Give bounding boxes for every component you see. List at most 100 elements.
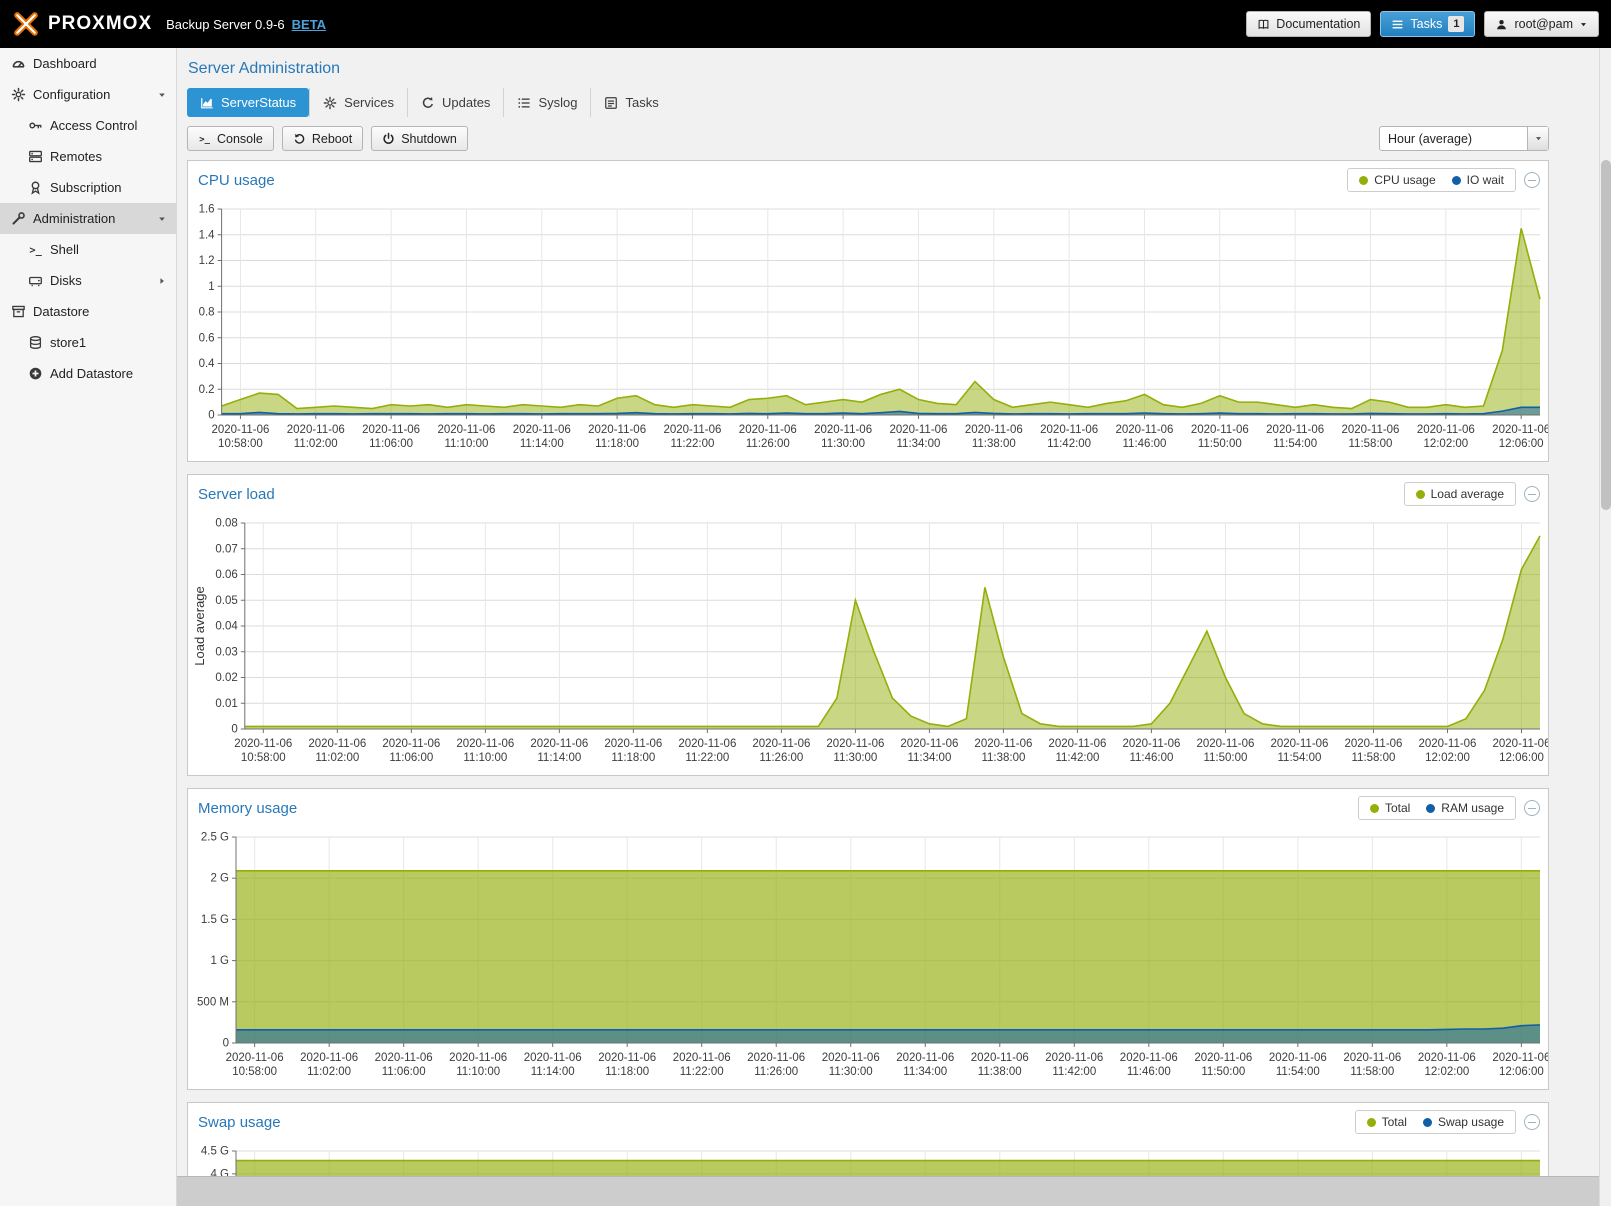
tab-syslog[interactable]: Syslog — [503, 88, 590, 117]
svg-text:11:54:00: 11:54:00 — [1278, 752, 1322, 764]
sidebar-item-datastore[interactable]: Datastore — [0, 296, 176, 327]
collapse-panel-button[interactable] — [1524, 172, 1540, 188]
sidebar: Dashboard Configuration Access Control Remo… — [0, 48, 177, 1206]
tab-tasks[interactable]: Tasks — [590, 88, 671, 117]
svg-text:11:06:00: 11:06:00 — [389, 752, 433, 764]
chart-server-load: 00.010.020.030.040.050.060.070.082020-11… — [188, 511, 1548, 775]
sidebar-item-shell[interactable]: >_Shell — [0, 234, 176, 265]
panel-header: Memory usageTotalRAM usage — [188, 789, 1548, 825]
sidebar-item-label: store1 — [50, 335, 86, 350]
beta-link[interactable]: BETA — [292, 17, 326, 32]
svg-text:0: 0 — [223, 1038, 229, 1050]
refresh-icon — [421, 96, 435, 110]
svg-text:2020-11-06: 2020-11-06 — [1343, 1052, 1401, 1064]
tab-serverstatus[interactable]: ServerStatus — [187, 88, 309, 117]
vertical-scrollbar[interactable] — [1599, 48, 1611, 1206]
chart-icon — [200, 96, 214, 110]
sidebar-item-administration[interactable]: Administration — [0, 203, 176, 234]
interval-select-trigger[interactable] — [1527, 127, 1548, 150]
interval-select[interactable]: Hour (average) — [1379, 126, 1549, 151]
button-label: Reboot — [312, 132, 352, 146]
loglines-icon — [517, 96, 531, 110]
caret-right-icon — [157, 276, 167, 286]
legend-item-cpu-usage[interactable]: CPU usage — [1359, 173, 1435, 187]
tasks-count-badge: 1 — [1448, 16, 1464, 32]
tab-label: Tasks — [625, 95, 658, 110]
documentation-button[interactable]: Documentation — [1246, 11, 1371, 37]
svg-text:2020-11-06: 2020-11-06 — [524, 1052, 582, 1064]
panel-header: CPU usageCPU usageIO wait — [188, 161, 1548, 197]
tab-services[interactable]: Services — [309, 88, 407, 117]
svg-text:2020-11-06: 2020-11-06 — [889, 424, 947, 436]
sidebar-item-add-datastore[interactable]: Add Datastore — [0, 358, 176, 389]
svg-text:2020-11-06: 2020-11-06 — [226, 1052, 284, 1064]
svg-text:2020-11-06: 2020-11-06 — [663, 424, 721, 436]
svg-text:11:18:00: 11:18:00 — [595, 438, 639, 450]
svg-text:11:46:00: 11:46:00 — [1127, 1066, 1171, 1078]
svg-text:4.5 G: 4.5 G — [201, 1146, 229, 1158]
collapse-panel-button[interactable] — [1524, 1114, 1540, 1130]
vertical-scrollbar-thumb[interactable] — [1601, 160, 1611, 510]
shutdown-button[interactable]: Shutdown — [371, 126, 468, 151]
sidebar-item-store1[interactable]: store1 — [0, 327, 176, 358]
legend-dot — [1423, 1118, 1432, 1127]
legend-item-io-wait[interactable]: IO wait — [1452, 173, 1504, 187]
collapse-panel-button[interactable] — [1524, 800, 1540, 816]
tab-bar: ServerStatus Services Updates Syslog Tasks — [187, 88, 1549, 117]
gears-icon — [323, 96, 337, 110]
svg-text:11:42:00: 11:42:00 — [1052, 1066, 1096, 1078]
tab-label: Services — [344, 95, 394, 110]
toolbar: >_Console Reboot Shutdown Hour (average) — [187, 126, 1549, 151]
user-menu-button[interactable]: root@pam — [1484, 11, 1599, 37]
sidebar-item-label: Remotes — [50, 149, 102, 164]
svg-text:11:54:00: 11:54:00 — [1276, 1066, 1320, 1078]
svg-text:1.4: 1.4 — [199, 229, 216, 241]
svg-text:0.04: 0.04 — [215, 621, 238, 633]
svg-text:2020-11-06: 2020-11-06 — [673, 1052, 731, 1064]
tab-updates[interactable]: Updates — [407, 88, 503, 117]
svg-text:2020-11-06: 2020-11-06 — [1045, 1052, 1103, 1064]
sidebar-item-remotes[interactable]: Remotes — [0, 141, 176, 172]
svg-text:0: 0 — [231, 724, 237, 736]
svg-text:2020-11-06: 2020-11-06 — [382, 738, 440, 750]
reboot-button[interactable]: Reboot — [282, 126, 363, 151]
sidebar-item-subscription[interactable]: Subscription — [0, 172, 176, 203]
ribbon-icon — [28, 180, 43, 195]
svg-text:1: 1 — [208, 281, 214, 293]
legend-item-ram-usage[interactable]: RAM usage — [1426, 801, 1504, 815]
sidebar-item-access-control[interactable]: Access Control — [0, 110, 176, 141]
tab-label: Syslog — [538, 95, 577, 110]
svg-text:2020-11-06: 2020-11-06 — [1417, 424, 1475, 436]
svg-text:0.02: 0.02 — [215, 672, 237, 684]
chevron-down-icon — [1534, 134, 1543, 143]
horizontal-scrollbar[interactable] — [177, 1176, 1599, 1206]
svg-text:2020-11-06: 2020-11-06 — [598, 1052, 656, 1064]
sidebar-item-configuration[interactable]: Configuration — [0, 79, 176, 110]
svg-text:2020-11-06: 2020-11-06 — [1269, 1052, 1327, 1064]
svg-text:11:22:00: 11:22:00 — [685, 752, 729, 764]
svg-text:12:02:00: 12:02:00 — [1424, 1066, 1469, 1078]
sidebar-item-label: Subscription — [50, 180, 122, 195]
sidebar-item-disks[interactable]: Disks — [0, 265, 176, 296]
svg-text:12:02:00: 12:02:00 — [1423, 438, 1468, 450]
legend-item-total[interactable]: Total — [1367, 1115, 1407, 1129]
panel-memory-usage: Memory usageTotalRAM usage0500 M1 G1.5 G… — [187, 788, 1549, 1090]
tasks-button[interactable]: Tasks 1 — [1380, 11, 1475, 37]
sidebar-item-label: Configuration — [33, 87, 110, 102]
svg-text:11:26:00: 11:26:00 — [746, 438, 790, 450]
svg-text:0.08: 0.08 — [215, 518, 237, 530]
svg-text:2020-11-06: 2020-11-06 — [1266, 424, 1324, 436]
svg-text:0.03: 0.03 — [215, 646, 237, 658]
legend-item-total[interactable]: Total — [1370, 801, 1410, 815]
svg-text:11:14:00: 11:14:00 — [537, 752, 581, 764]
svg-text:2020-11-06: 2020-11-06 — [971, 1052, 1029, 1064]
chevron-down-icon — [1579, 20, 1588, 29]
sidebar-item-dashboard[interactable]: Dashboard — [0, 48, 176, 79]
console-button[interactable]: >_Console — [187, 126, 274, 151]
svg-text:>_: >_ — [199, 135, 210, 145]
svg-text:11:10:00: 11:10:00 — [456, 1066, 500, 1078]
legend-item-swap-usage[interactable]: Swap usage — [1423, 1115, 1504, 1129]
legend-item-load-average[interactable]: Load average — [1416, 487, 1504, 501]
interval-select-value: Hour (average) — [1380, 132, 1527, 146]
collapse-panel-button[interactable] — [1524, 486, 1540, 502]
